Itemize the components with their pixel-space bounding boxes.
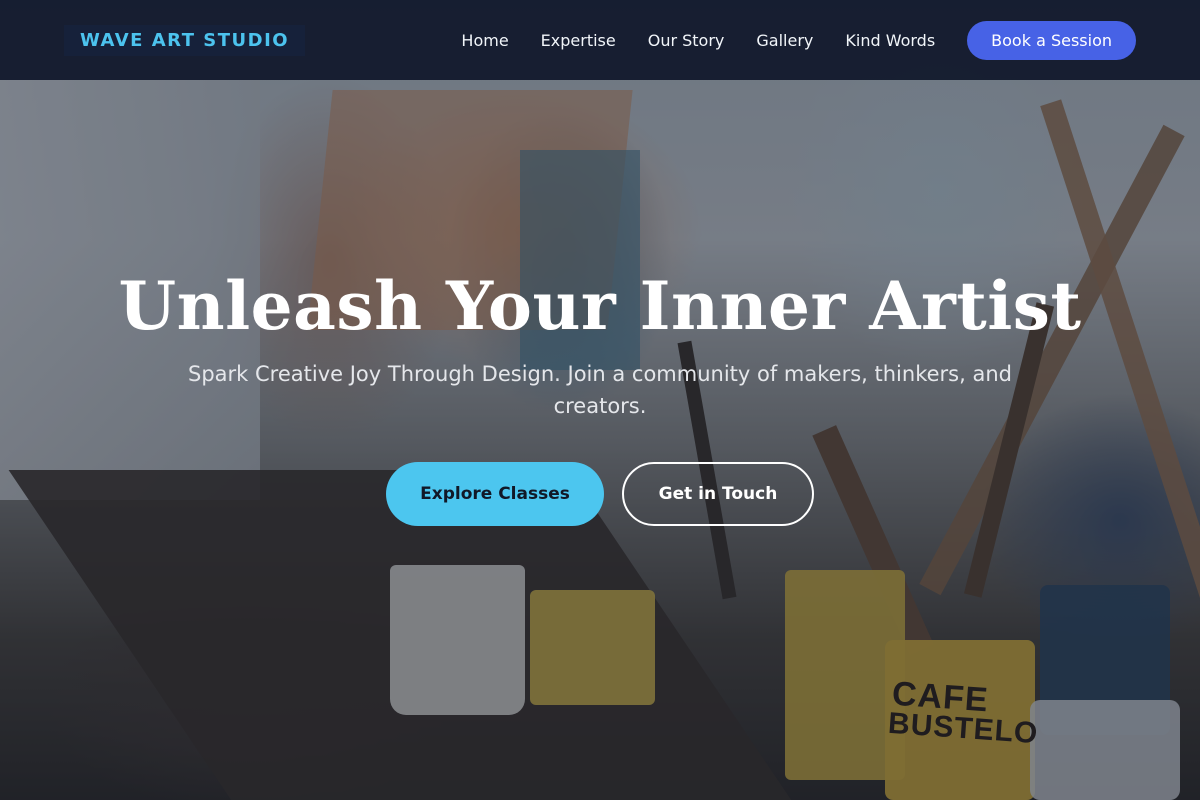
hero-actions: Explore Classes Get in Touch — [386, 462, 814, 526]
main-nav: Home Expertise Our Story Gallery Kind Wo… — [429, 20, 1136, 60]
hero-subtitle: Spark Creative Joy Through Design. Join … — [188, 362, 1012, 418]
nav-link-our-story[interactable]: Our Story — [648, 31, 725, 50]
nav-link-gallery[interactable]: Gallery — [756, 31, 813, 50]
nav-link-home[interactable]: Home — [461, 31, 508, 50]
navbar: WAVE ART STUDIO Home Expertise Our Story… — [0, 0, 1200, 80]
get-in-touch-button[interactable]: Get in Touch — [622, 462, 814, 526]
hero-title: Unleash Your Inner Artist — [118, 267, 1082, 345]
nav-link-expertise[interactable]: Expertise — [541, 31, 616, 50]
book-session-button[interactable]: Book a Session — [967, 20, 1136, 60]
brand-logo[interactable]: WAVE ART STUDIO — [64, 24, 306, 56]
nav-link-kind-words[interactable]: Kind Words — [845, 31, 935, 50]
page: CAFE BUSTELO WAVE ART STUDIO Home Expert… — [0, 0, 1200, 800]
explore-classes-button[interactable]: Explore Classes — [386, 462, 604, 526]
hero-section: Unleash Your Inner Artist Spark Creative… — [0, 80, 1200, 800]
